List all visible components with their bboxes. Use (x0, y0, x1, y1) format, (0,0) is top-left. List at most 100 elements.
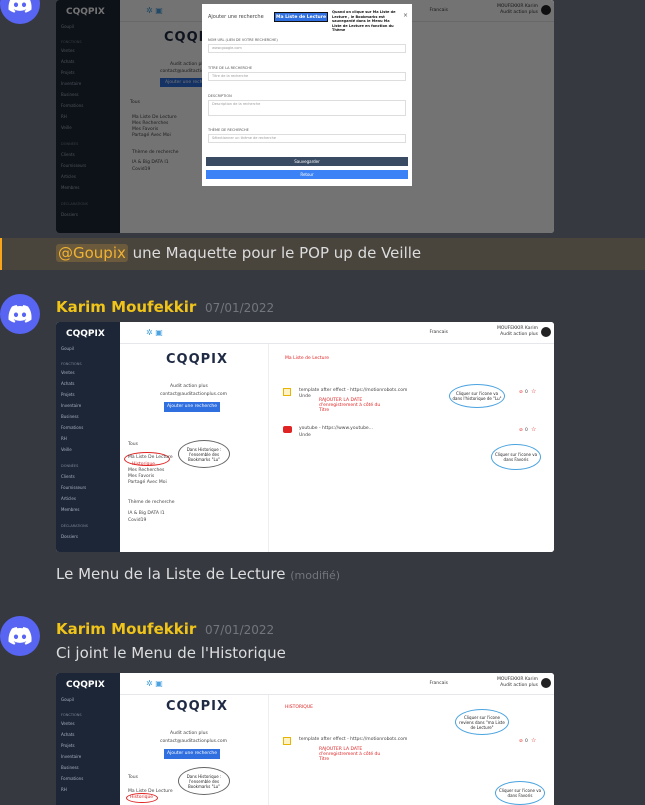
item-sub: Unde (299, 433, 311, 438)
user-sub: Audit action plus (500, 683, 538, 688)
menu-history[interactable]: Historique (132, 462, 155, 467)
sidebar-item[interactable]: Articles (61, 496, 76, 501)
sidebar-item[interactable]: Achats (61, 732, 75, 737)
profile-email: contact@auditactionplus.com (160, 739, 228, 744)
discord-logo-icon (8, 305, 32, 323)
avatar[interactable] (0, 0, 40, 24)
message-body: Le Menu de la Liste de Lecture (56, 565, 286, 583)
app-logo: CQQPIX (66, 329, 105, 339)
save-button[interactable]: Sauvegarder (206, 157, 408, 166)
reading-list-mockup-image[interactable]: CQQPIX Goupil FONCTIONS Ventes Achats Pr… (56, 322, 554, 552)
discord-logo-icon (8, 627, 32, 645)
theme-item[interactable]: IA & Big DATA I1 (128, 511, 165, 516)
app-sidebar: CQQPIX Goupil FONCTIONS Ventes Achats Pr… (56, 322, 120, 552)
youtube-icon (283, 426, 292, 433)
history-panel: HISTORIQUE Cliquer sur l'icone reviens d… (268, 695, 554, 805)
sidebar-item[interactable]: Achats (61, 381, 75, 386)
sidebar-item[interactable]: Inventaire (61, 754, 81, 759)
item-source[interactable]: youtube - https://www.youtube... (299, 426, 373, 431)
author-name[interactable]: Karim Moufekkir (56, 620, 196, 638)
bookmark-icon (283, 737, 291, 745)
menu-searches[interactable]: Mes Recherches (128, 468, 164, 473)
count-value: 0 (525, 739, 528, 744)
user-icon[interactable] (541, 327, 551, 337)
topbar-icons[interactable]: ✲ ▣ (146, 679, 163, 688)
history-mockup-image[interactable]: CQQPIX Goupil FONCTIONS Ventes Achats Pr… (56, 673, 554, 805)
item-source[interactable]: template after effect - https://motionro… (299, 388, 407, 393)
sidebar-item[interactable]: Ventes (61, 721, 75, 726)
menu-tous[interactable]: Tous (128, 442, 138, 447)
reading-return-callout: Cliquer sur l'icone reviens dans "ma Lis… (455, 709, 509, 735)
favoris-callout: Cliquer sur l'icone va dans Favoris (491, 444, 541, 470)
star-icon[interactable]: ☆ (531, 388, 536, 395)
theme-select[interactable]: Sélectionner un thème de recherche (208, 134, 406, 143)
menu-favorites[interactable]: Mes Favoris (128, 474, 154, 479)
description-textarea[interactable]: Description de la recherche (208, 100, 406, 116)
menu-shared[interactable]: Partagé Avec Moi (128, 480, 167, 485)
menu-reading-list[interactable]: Ma Liste De Lecture (128, 455, 173, 460)
sidebar-section: DONNÉES (61, 464, 79, 468)
sidebar-item[interactable]: Formations (61, 776, 83, 781)
sidebar-item[interactable]: Business (61, 414, 79, 419)
read-icon[interactable]: ⊘ (519, 739, 523, 744)
sidebar-item[interactable]: Dossiers (61, 534, 78, 539)
item-source[interactable]: template after effect - https://motionro… (299, 737, 407, 742)
timestamp: 07/01/2022 (205, 623, 275, 637)
star-icon[interactable]: ☆ (531, 426, 536, 433)
message-text: Le Menu de la Liste de Lecture (modifié) (56, 565, 340, 583)
avatar[interactable] (0, 616, 40, 656)
topbar-icons[interactable]: ✲ ▣ (146, 328, 163, 337)
add-search-button[interactable]: Ajouter une recherche (164, 749, 220, 759)
click-icon-callout: Cliquer sur l'icone va dans l'historique… (449, 384, 505, 408)
favoris-callout: Cliquer sur l'icone va dans Favoris (495, 781, 545, 805)
back-button[interactable]: Retour (206, 170, 408, 179)
title-label: TITRE DE LA RECHERCHE (208, 66, 253, 70)
sidebar-item[interactable]: RH (61, 787, 67, 792)
modal-title: Ajouter une recherche (208, 14, 264, 20)
brand-title: CQQPIX (166, 352, 229, 367)
user-info[interactable]: MOUFEKKIR KarimAudit action plus (497, 677, 538, 689)
app-topbar: ✲ ▣ Francais MOUFEKKIR KarimAudit action… (120, 673, 554, 695)
reading-list-panel: Ma Liste de Lecture template after effec… (268, 344, 554, 552)
sidebar-section: FONCTIONS (61, 362, 82, 366)
bookmark-icon (283, 388, 291, 396)
sidebar-item[interactable]: Projets (61, 392, 75, 397)
language-selector[interactable]: Francais (429, 681, 448, 686)
language-selector[interactable]: Francais (429, 330, 448, 335)
close-icon[interactable]: × (403, 12, 408, 19)
profile-email: contact@auditactionplus.com (160, 392, 228, 397)
sidebar-item[interactable]: Clients (61, 474, 75, 479)
sidebar-item[interactable]: Membres (61, 507, 79, 512)
user-info[interactable]: MOUFEKKIR KarimAudit action plus (497, 326, 538, 338)
user-mention[interactable]: @Goupix (56, 244, 128, 262)
sidebar-item[interactable]: RH (61, 436, 67, 441)
sidebar-item[interactable]: Fournisseurs (61, 485, 86, 490)
menu-tous[interactable]: Tous (128, 775, 138, 780)
sidebar-item[interactable]: Formations (61, 425, 83, 430)
sidebar-item[interactable]: Business (61, 765, 79, 770)
avatar[interactable] (0, 294, 40, 334)
profile-name: Audit action plus (170, 384, 208, 389)
author-name[interactable]: Karim Moufekkir (56, 298, 196, 316)
sidebar-section: DÉCLARATIONS (61, 524, 88, 528)
menu-history[interactable]: Historique (130, 795, 153, 800)
history-callout: Dans Historique : l'ensemble des Bookmar… (178, 440, 230, 468)
reading-list-badge[interactable]: Ma Liste de Lecture (274, 12, 328, 22)
badge-note: Quand on clique sur Ma Liste de Lecture … (332, 10, 396, 32)
read-icon[interactable]: ⊘ (519, 390, 523, 395)
theme-item[interactable]: Covid19 (128, 518, 146, 523)
star-icon[interactable]: ☆ (531, 737, 536, 744)
user-icon[interactable] (541, 678, 551, 688)
sidebar-item[interactable]: Inventaire (61, 403, 81, 408)
sidebar-item[interactable]: Veille (61, 447, 72, 452)
popup-mockup-image[interactable]: CQQPIX Goupil FONCTIONS Ventes Achats Pr… (56, 0, 554, 233)
item-note: RAJOUTER LA DATE d'enregistrement à côté… (319, 747, 381, 762)
theme-select-label: THÈME DE RECHERCHE (208, 128, 249, 132)
url-input[interactable]: www.google.com (208, 44, 406, 53)
sidebar-item[interactable]: Ventes (61, 370, 75, 375)
message-text: @Goupix une Maquette pour le POP up de V… (56, 244, 421, 262)
sidebar-item[interactable]: Projets (61, 743, 75, 748)
read-icon[interactable]: ⊘ (519, 428, 523, 433)
title-input[interactable]: Titre de la recherche (208, 72, 406, 81)
add-search-button[interactable]: Ajouter une recherche (164, 402, 220, 412)
